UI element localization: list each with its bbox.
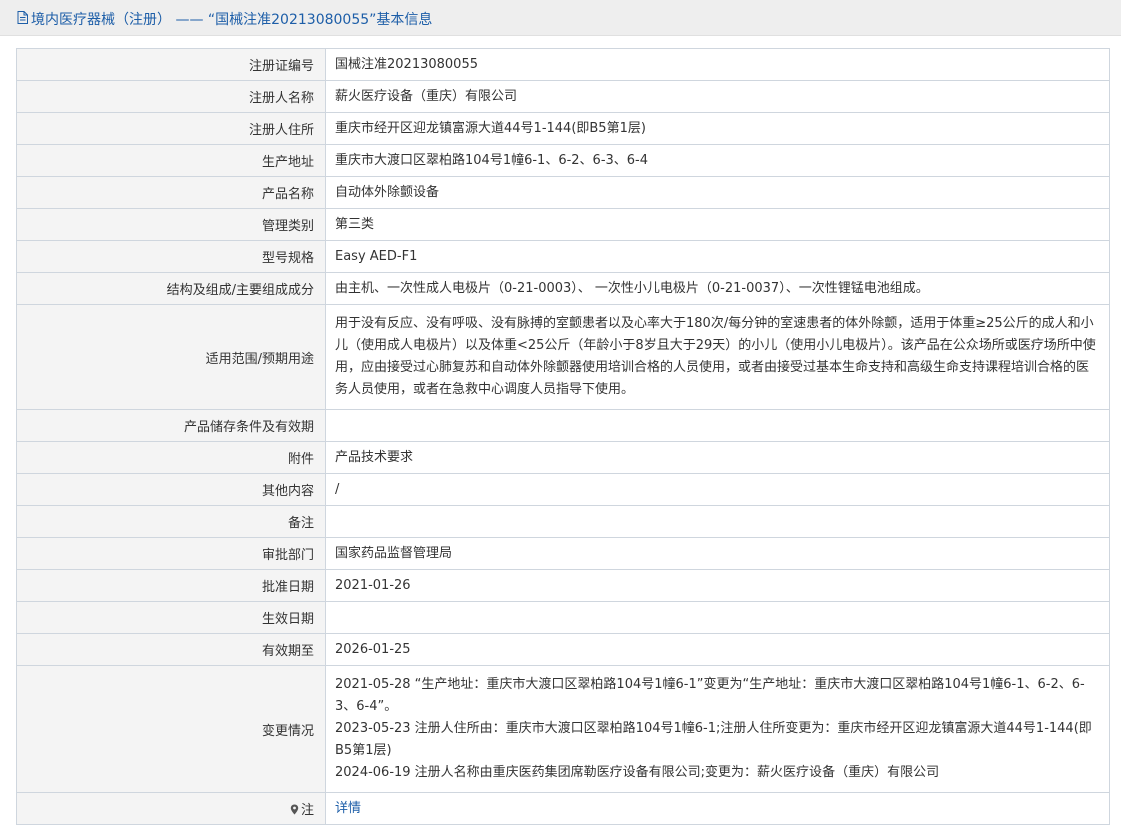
table-row: 附件 产品技术要求 [16,441,1110,474]
row-value: 重庆市大渡口区翠柏路104号1幢6-1、6-2、6-3、6-4 [325,144,1110,177]
row-value: 用于没有反应、没有呼吸、没有脉搏的室颤患者以及心率大于180次/每分钟的室速患者… [325,304,1110,410]
table-row: 产品名称 自动体外除颤设备 [16,176,1110,209]
table-row: 注册人名称 薪火医疗设备（重庆）有限公司 [16,80,1110,113]
row-label: 审批部门 [16,537,326,570]
table-row: 注册证编号 国械注准20213080055 [16,48,1110,81]
table-row: 其他内容 / [16,473,1110,506]
info-table: 注册证编号 国械注准20213080055 注册人名称 薪火医疗设备（重庆）有限… [16,48,1110,825]
change-history-row: 变更情况 2021-05-28 “生产地址：重庆市大渡口区翠柏路104号1幢6-… [16,665,1110,793]
row-label: 管理类别 [16,208,326,241]
page-title: 境内医疗器械（注册） —— “国械注准20213080055”基本信息 [31,12,433,28]
row-label: 批准日期 [16,569,326,602]
row-label: 型号规格 [16,240,326,273]
table-row: 有效期至 2026-01-25 [16,633,1110,666]
row-label: 生产地址 [16,144,326,177]
table-row: 型号规格 Easy AED-F1 [16,240,1110,273]
row-value [325,601,1110,634]
document-icon [17,11,28,24]
table-row: 备注 [16,505,1110,538]
row-label: 注册人住所 [16,112,326,145]
row-label: 注册证编号 [16,48,326,81]
row-value: 薪火医疗设备（重庆）有限公司 [325,80,1110,113]
row-value: 自动体外除颤设备 [325,176,1110,209]
table-row: 批准日期 2021-01-26 [16,569,1110,602]
row-value: 重庆市经开区迎龙镇富源大道44号1-144(即B5第1层) [325,112,1110,145]
row-value: Easy AED-F1 [325,240,1110,273]
row-label: 适用范围/预期用途 [16,304,326,410]
table-row: 生效日期 [16,601,1110,634]
row-label: 其他内容 [16,473,326,506]
note-row: 注 详情 [16,792,1110,825]
row-value: 2026-01-25 [325,633,1110,666]
table-row: 注册人住所 重庆市经开区迎龙镇富源大道44号1-144(即B5第1层) [16,112,1110,145]
row-label: 注册人名称 [16,80,326,113]
change-history-value: 2021-05-28 “生产地址：重庆市大渡口区翠柏路104号1幢6-1”变更为… [325,665,1110,793]
row-value [325,505,1110,538]
change-entry: 2023-05-23 注册人住所由：重庆市大渡口区翠柏路104号1幢6-1;注册… [335,721,1092,758]
row-value: 国家药品监督管理局 [325,537,1110,570]
row-label: 结构及组成/主要组成成分 [16,272,326,305]
page-header: 境内医疗器械（注册） —— “国械注准20213080055”基本信息 [0,0,1121,36]
row-value: / [325,473,1110,506]
row-label: 变更情况 [16,665,326,793]
row-value: 国械注准20213080055 [325,48,1110,81]
table-row: 生产地址 重庆市大渡口区翠柏路104号1幢6-1、6-2、6-3、6-4 [16,144,1110,177]
table-row: 适用范围/预期用途 用于没有反应、没有呼吸、没有脉搏的室颤患者以及心率大于180… [16,304,1110,410]
row-label: 附件 [16,441,326,474]
row-value: 由主机、一次性成人电极片（0-21-0003）、 一次性小儿电极片（0-21-0… [325,272,1110,305]
row-label: 产品储存条件及有效期 [16,409,326,442]
row-label: 产品名称 [16,176,326,209]
note-label: 注 [300,803,314,818]
change-entry: 2024-06-19 注册人名称由重庆医药集团席勒医疗设备有限公司;变更为：薪火… [335,765,940,780]
table-row: 结构及组成/主要组成成分 由主机、一次性成人电极片（0-21-0003）、 一次… [16,272,1110,305]
table-row: 管理类别 第三类 [16,208,1110,241]
change-entry: 2021-05-28 “生产地址：重庆市大渡口区翠柏路104号1幢6-1”变更为… [335,677,1085,714]
row-value: 2021-01-26 [325,569,1110,602]
row-value [325,409,1110,442]
map-pin-icon [290,804,299,815]
row-label: 有效期至 [16,633,326,666]
info-table-body: 注册证编号 国械注准20213080055 注册人名称 薪火医疗设备（重庆）有限… [16,48,1110,825]
table-row: 产品储存条件及有效期 [16,409,1110,442]
note-label-cell: 注 [16,792,326,825]
row-label: 备注 [16,505,326,538]
row-label: 生效日期 [16,601,326,634]
row-value: 第三类 [325,208,1110,241]
table-row: 审批部门 国家药品监督管理局 [16,537,1110,570]
info-table-wrapper: 注册证编号 国械注准20213080055 注册人名称 薪火医疗设备（重庆）有限… [16,48,1110,825]
details-link[interactable]: 详情 [335,801,361,816]
row-value: 产品技术要求 [325,441,1110,474]
note-value: 详情 [325,792,1110,825]
